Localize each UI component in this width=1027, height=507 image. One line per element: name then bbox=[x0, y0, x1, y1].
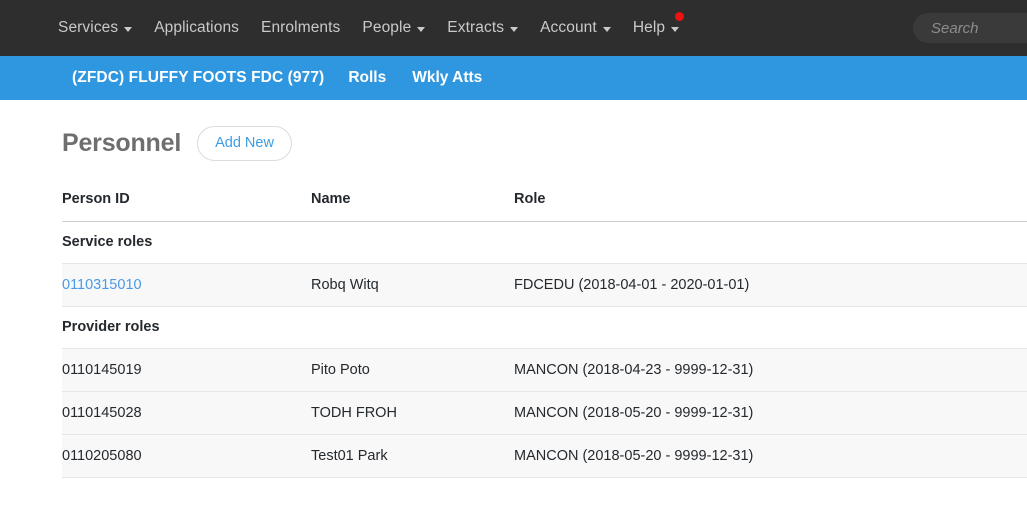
nav-item-label: Extracts bbox=[447, 19, 505, 36]
nav-item-enrolments[interactable]: Enrolments bbox=[250, 13, 351, 43]
cell-person-id: 0110145028 bbox=[62, 391, 311, 435]
column-header-role: Role bbox=[514, 190, 1027, 222]
group-header-label: Provider roles bbox=[62, 306, 1027, 349]
subnav-service-title[interactable]: (ZFDC) FLUFFY FOOTS FDC (977) bbox=[72, 69, 324, 87]
personnel-table: Person ID Name Role Service roles 011031501… bbox=[62, 190, 1027, 478]
table-header: Person ID Name Role bbox=[62, 190, 1027, 222]
nav-item-help[interactable]: Help bbox=[622, 12, 690, 43]
chevron-down-icon bbox=[602, 26, 611, 32]
cell-person-id: 0110315010 bbox=[62, 263, 311, 307]
top-navigation-bar: Services Applications Enrolments People Extr… bbox=[0, 0, 1027, 56]
cell-person-id: 0110205080 bbox=[62, 434, 311, 478]
cell-name: TODH FROH bbox=[311, 391, 514, 435]
page-header: Personnel Add New bbox=[62, 126, 1027, 161]
cell-role: MANCON (2018-04-23 - 9999-12-31) bbox=[514, 348, 1027, 392]
table-header-row: Person ID Name Role bbox=[62, 190, 1027, 222]
cell-name: Test01 Park bbox=[311, 434, 514, 478]
column-header-name: Name bbox=[311, 190, 514, 222]
nav-item-label: Help bbox=[632, 19, 666, 36]
search-input[interactable] bbox=[913, 13, 1027, 43]
cell-role: MANCON (2018-05-20 - 9999-12-31) bbox=[514, 391, 1027, 435]
main-content: Personnel Add New Person ID Name Role Serv… bbox=[0, 100, 1027, 478]
nav-item-extracts[interactable]: Extracts bbox=[436, 13, 529, 43]
chevron-down-icon bbox=[671, 26, 680, 32]
nav-item-services[interactable]: Services bbox=[58, 13, 143, 43]
cell-person-id: 0110145019 bbox=[62, 348, 311, 392]
add-new-button[interactable]: Add New bbox=[197, 126, 292, 161]
top-nav-menu: Services Applications Enrolments People Extr… bbox=[58, 12, 690, 43]
service-sub-navigation-bar: (ZFDC) FLUFFY FOOTS FDC (977) Rolls Wkly … bbox=[0, 56, 1027, 100]
chevron-down-icon bbox=[124, 26, 133, 32]
table-row: 0110205080 Test01 Park MANCON (2018-05-20 … bbox=[62, 434, 1027, 478]
nav-item-label: Applications bbox=[154, 19, 240, 36]
nav-item-label: People bbox=[362, 19, 412, 36]
subnav-link-wkly-atts[interactable]: Wkly Atts bbox=[412, 69, 482, 87]
nav-item-label: Account bbox=[540, 19, 597, 36]
group-header-label: Service roles bbox=[62, 221, 1027, 264]
person-id-link[interactable]: 0110315010 bbox=[62, 277, 142, 293]
cell-role: FDCEDU (2018-04-01 - 2020-01-01) bbox=[514, 263, 1027, 307]
table-row: 0110145019 Pito Poto MANCON (2018-04-23 - … bbox=[62, 348, 1027, 392]
table-row: 0110145028 TODH FROH MANCON (2018-05-20 - … bbox=[62, 391, 1027, 435]
nav-item-applications[interactable]: Applications bbox=[143, 13, 250, 43]
cell-name: Robq Witq bbox=[311, 263, 514, 307]
subnav-links: Rolls Wkly Atts bbox=[348, 69, 508, 87]
table-body: Service roles 0110315010 Robq Witq FDCEDU (… bbox=[62, 221, 1027, 478]
chevron-down-icon bbox=[510, 26, 519, 32]
nav-item-label: Enrolments bbox=[261, 19, 341, 36]
page-title: Personnel bbox=[62, 128, 182, 157]
table-row: 0110315010 Robq Witq FDCEDU (2018-04-01 - … bbox=[62, 263, 1027, 307]
group-header-row: Service roles bbox=[62, 221, 1027, 264]
cell-name: Pito Poto bbox=[311, 348, 514, 392]
group-header-row: Provider roles bbox=[62, 306, 1027, 349]
subnav-link-rolls[interactable]: Rolls bbox=[348, 69, 386, 87]
column-header-person-id: Person ID bbox=[62, 190, 311, 222]
nav-item-label: Services bbox=[58, 19, 119, 36]
chevron-down-icon bbox=[417, 26, 426, 32]
nav-item-people[interactable]: People bbox=[351, 13, 436, 43]
global-search-container bbox=[913, 13, 1027, 43]
notification-dot-icon bbox=[675, 12, 685, 21]
nav-item-account[interactable]: Account bbox=[529, 13, 622, 43]
cell-role: MANCON (2018-05-20 - 9999-12-31) bbox=[514, 434, 1027, 478]
